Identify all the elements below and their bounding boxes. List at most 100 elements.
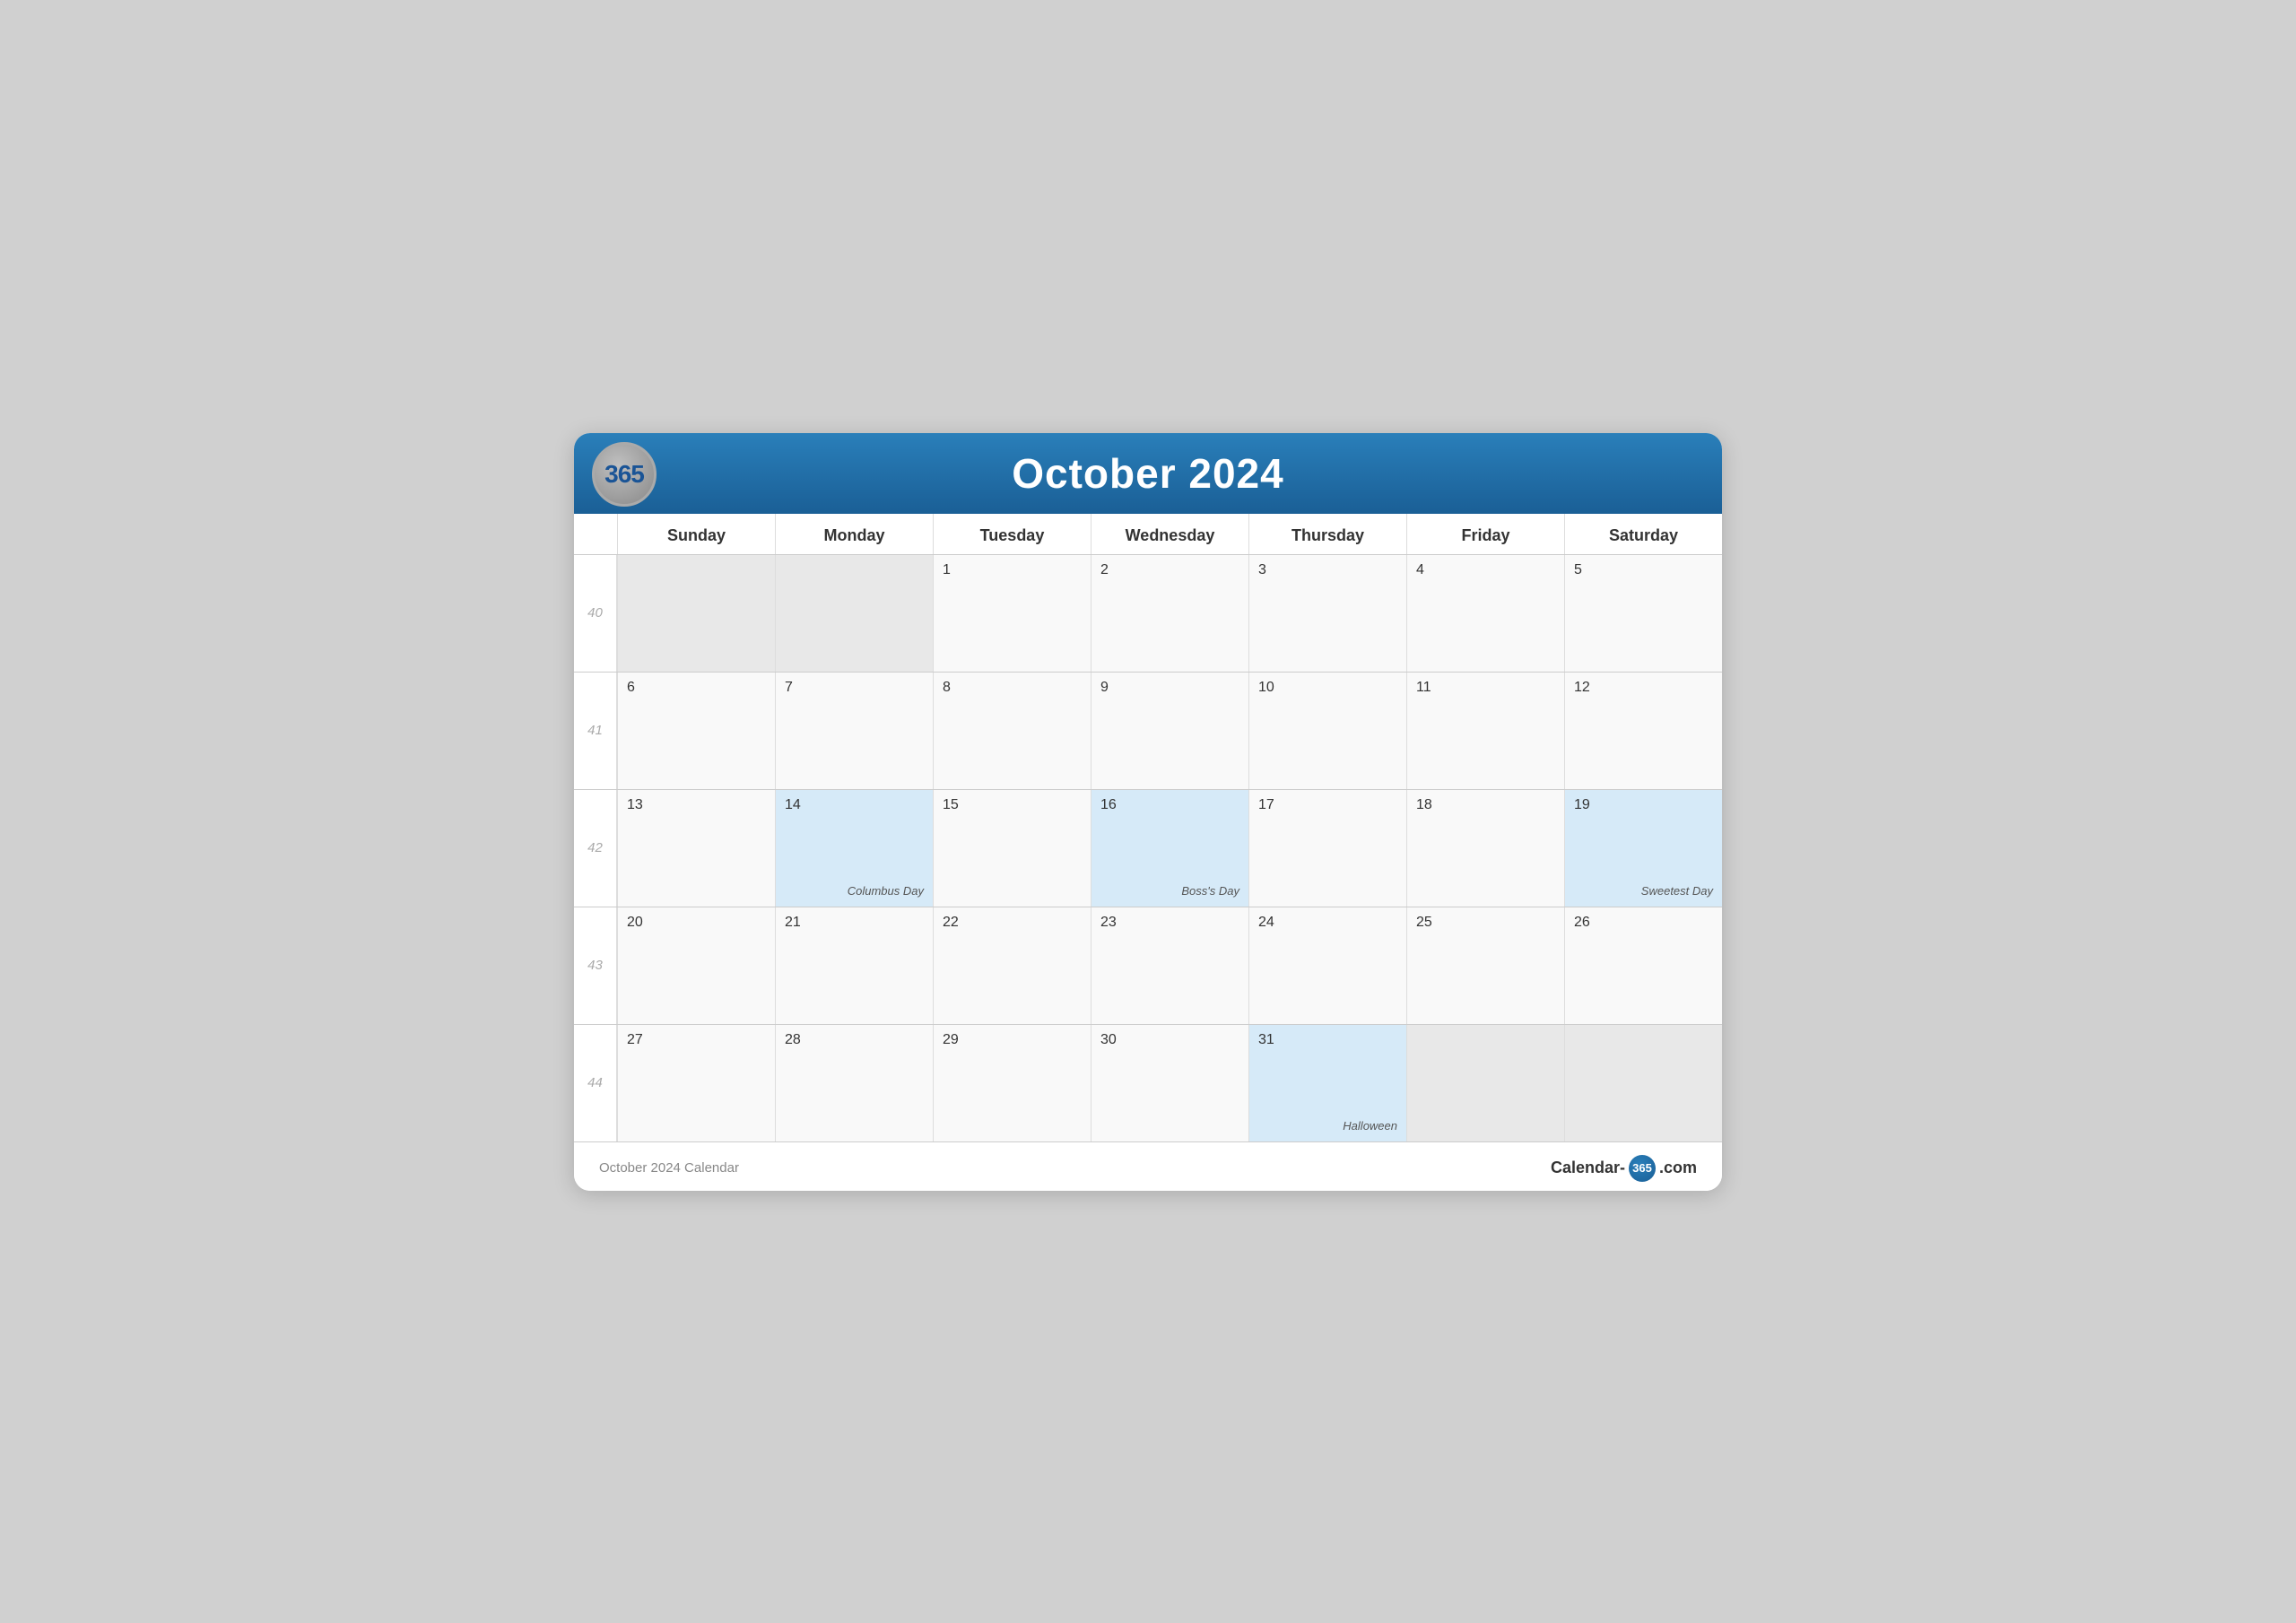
- week-num-4: 43: [574, 907, 617, 1024]
- day-num-w1-d6: 4: [1416, 562, 1555, 578]
- day-num-w2-d3: 8: [943, 680, 1082, 696]
- cal-cell-w1-d1[interactable]: [617, 555, 775, 672]
- day-headers-row: Sunday Monday Tuesday Wednesday Thursday…: [574, 514, 1722, 555]
- day-num-w5-d1: 27: [627, 1032, 766, 1048]
- day-header-sunday: Sunday: [617, 514, 775, 554]
- cal-cell-w1-d4[interactable]: 2: [1091, 555, 1248, 672]
- calendar-body: 4012345416789101112421314Columbus Day151…: [574, 555, 1722, 1142]
- event-w3-d4: Boss's Day: [1181, 884, 1239, 898]
- week-num-3: 42: [574, 790, 617, 907]
- cal-cell-w1-d5[interactable]: 3: [1248, 555, 1406, 672]
- day-num-w1-d4: 2: [1100, 562, 1239, 578]
- calendar-title: October 2024: [603, 449, 1693, 498]
- cal-cell-w2-d5[interactable]: 10: [1248, 673, 1406, 789]
- cal-cell-w2-d6[interactable]: 11: [1406, 673, 1564, 789]
- day-num-w4-d3: 22: [943, 915, 1082, 931]
- cal-cell-w4-d1[interactable]: 20: [617, 907, 775, 1024]
- day-num-w3-d7: 19: [1574, 797, 1713, 813]
- week-row-5: 44 27 28 29 30 31 Halloween: [574, 1025, 1722, 1142]
- cal-cell-w3-d5[interactable]: 17: [1248, 790, 1406, 907]
- week-num-1: 40: [574, 555, 617, 672]
- day-num-w3-d1: 13: [627, 797, 766, 813]
- day-num-w3-d2: 14: [785, 797, 924, 813]
- cal-cell-w3-d2[interactable]: 14 Columbus Day: [775, 790, 933, 907]
- cal-cell-w2-d2[interactable]: 7: [775, 673, 933, 789]
- cal-cell-w5-d7[interactable]: [1564, 1025, 1722, 1141]
- cal-cell-w3-d7[interactable]: 19 Sweetest Day: [1564, 790, 1722, 907]
- cal-cell-w3-d1[interactable]: 13: [617, 790, 775, 907]
- day-num-w4-d2: 21: [785, 915, 924, 931]
- cal-cell-w1-d2[interactable]: [775, 555, 933, 672]
- cal-cell-w1-d7[interactable]: 5: [1564, 555, 1722, 672]
- day-num-w1-d7: 5: [1574, 562, 1713, 578]
- cal-cell-w5-d2[interactable]: 28: [775, 1025, 933, 1141]
- day-num-w4-d4: 23: [1100, 915, 1239, 931]
- week-num-header-spacer: [574, 514, 617, 554]
- footer-brand-text: Calendar-: [1551, 1159, 1625, 1177]
- event-w3-d2: Columbus Day: [848, 884, 924, 898]
- week-row-3: 42 13 14 Columbus Day 15 16 Boss's Day 17 18 19 Sw…: [574, 790, 1722, 907]
- day-num-w1-d3: 1: [943, 562, 1082, 578]
- week-row-4: 43 20 21 22 23 24 25 26: [574, 907, 1722, 1025]
- week-row-1: 40 1 2 3 4 5: [574, 555, 1722, 673]
- footer-brand-circle: 365: [1629, 1155, 1656, 1182]
- day-header-friday: Friday: [1406, 514, 1564, 554]
- day-num-w3-d6: 18: [1416, 797, 1555, 813]
- day-header-wednesday: Wednesday: [1091, 514, 1248, 554]
- cal-cell-w2-d7[interactable]: 12: [1564, 673, 1722, 789]
- day-num-w5-d2: 28: [785, 1032, 924, 1048]
- cal-cell-w4-d7[interactable]: 26: [1564, 907, 1722, 1024]
- day-num-w2-d6: 11: [1416, 680, 1555, 696]
- cal-cell-w3-d3[interactable]: 15: [933, 790, 1091, 907]
- calendar-container: 365 October 2024 Sunday Monday Tuesday W…: [574, 433, 1722, 1191]
- day-num-w4-d5: 24: [1258, 915, 1397, 931]
- cal-cell-w3-d4[interactable]: 16 Boss's Day: [1091, 790, 1248, 907]
- cal-cell-w1-d3[interactable]: 1: [933, 555, 1091, 672]
- footer-brand: Calendar- 365 .com: [1551, 1155, 1697, 1182]
- day-num-w2-d4: 9: [1100, 680, 1239, 696]
- cal-cell-w3-d6[interactable]: 18: [1406, 790, 1564, 907]
- day-num-w5-d4: 30: [1100, 1032, 1239, 1048]
- day-num-w2-d7: 12: [1574, 680, 1713, 696]
- cal-cell-w4-d5[interactable]: 24: [1248, 907, 1406, 1024]
- cal-cell-w5-d6[interactable]: [1406, 1025, 1564, 1141]
- day-num-w4-d1: 20: [627, 915, 766, 931]
- week-num-2: 41: [574, 673, 617, 789]
- cal-cell-w4-d3[interactable]: 22: [933, 907, 1091, 1024]
- day-header-monday: Monday: [775, 514, 933, 554]
- footer-brand-com: .com: [1659, 1159, 1697, 1177]
- day-num-w2-d5: 10: [1258, 680, 1397, 696]
- cal-cell-w2-d4[interactable]: 9: [1091, 673, 1248, 789]
- cal-cell-w4-d6[interactable]: 25: [1406, 907, 1564, 1024]
- calendar-footer: October 2024 Calendar Calendar- 365 .com: [574, 1142, 1722, 1191]
- cal-cell-w4-d4[interactable]: 23: [1091, 907, 1248, 1024]
- day-num-w2-d2: 7: [785, 680, 924, 696]
- cal-cell-w2-d1[interactable]: 6: [617, 673, 775, 789]
- cal-cell-w1-d6[interactable]: 4: [1406, 555, 1564, 672]
- day-num-w3-d3: 15: [943, 797, 1082, 813]
- logo-circle: 365: [592, 442, 657, 507]
- cal-cell-w4-d2[interactable]: 21: [775, 907, 933, 1024]
- day-header-tuesday: Tuesday: [933, 514, 1091, 554]
- footer-label: October 2024 Calendar: [599, 1160, 739, 1176]
- calendar-header: 365 October 2024: [574, 433, 1722, 514]
- cal-cell-w2-d3[interactable]: 8: [933, 673, 1091, 789]
- event-w5-d5: Halloween: [1343, 1119, 1397, 1133]
- day-num-w2-d1: 6: [627, 680, 766, 696]
- day-num-w4-d7: 26: [1574, 915, 1713, 931]
- week-num-5: 44: [574, 1025, 617, 1141]
- cal-cell-w5-d4[interactable]: 30: [1091, 1025, 1248, 1141]
- cal-cell-w5-d3[interactable]: 29: [933, 1025, 1091, 1141]
- day-num-w4-d6: 25: [1416, 915, 1555, 931]
- day-header-thursday: Thursday: [1248, 514, 1406, 554]
- day-num-w3-d5: 17: [1258, 797, 1397, 813]
- logo-text: 365: [604, 460, 644, 489]
- cal-cell-w5-d5[interactable]: 31 Halloween: [1248, 1025, 1406, 1141]
- day-num-w3-d4: 16: [1100, 797, 1239, 813]
- day-num-w1-d5: 3: [1258, 562, 1397, 578]
- day-header-saturday: Saturday: [1564, 514, 1722, 554]
- event-w3-d7: Sweetest Day: [1641, 884, 1713, 898]
- week-row-2: 41 6 7 8 9 10 11 12: [574, 673, 1722, 790]
- day-num-w5-d5: 31: [1258, 1032, 1397, 1048]
- cal-cell-w5-d1[interactable]: 27: [617, 1025, 775, 1141]
